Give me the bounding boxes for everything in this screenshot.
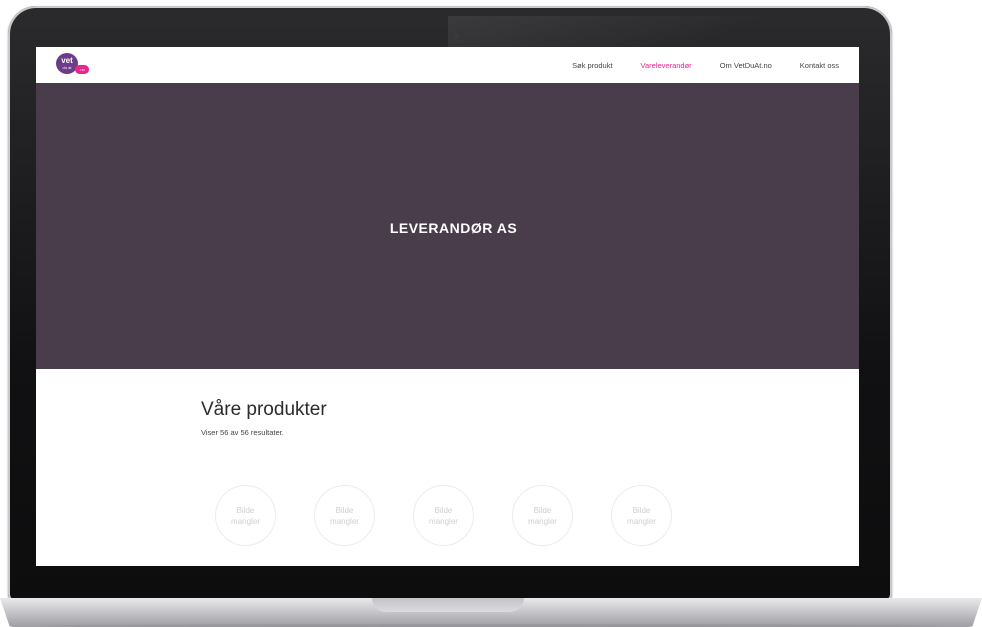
nav-item-vareleverandor[interactable]: Vareleverandør <box>641 61 692 70</box>
supplier-title: LEVERANDØR AS <box>389 220 518 236</box>
placeholder-line1: Bilde <box>335 505 354 515</box>
logo-badge: .no <box>75 65 89 74</box>
nav-item-sok-produkt[interactable]: Søk produkt <box>572 61 612 70</box>
hero-banner: LEVERANDØR AS <box>36 83 859 369</box>
placeholder-line2: mangler <box>627 516 656 526</box>
product-grid: Bilde mangler Bilde mangler Bilde mangle… <box>215 485 672 546</box>
site-logo[interactable]: vet du at .no <box>56 53 96 77</box>
placeholder-line1: Bilde <box>434 505 453 515</box>
placeholder-line2: mangler <box>429 516 458 526</box>
product-image-placeholder[interactable]: Bilde mangler <box>215 485 276 546</box>
placeholder-line2: mangler <box>330 516 359 526</box>
placeholder-line2: mangler <box>231 516 260 526</box>
placeholder-line2: mangler <box>528 516 557 526</box>
results-count: Viser 56 av 56 resultater. <box>201 428 284 437</box>
placeholder-line1: Bilde <box>236 505 255 515</box>
product-image-placeholder[interactable]: Bilde mangler <box>512 485 573 546</box>
products-section: Våre produkter Viser 56 av 56 resultater… <box>201 399 801 437</box>
camera-icon <box>454 34 459 39</box>
laptop-notch <box>372 598 524 612</box>
laptop-screen: vet du at .no Søk produkt Vareleverandør… <box>36 47 859 566</box>
logo-word: vet <box>61 56 73 65</box>
site-header: vet du at .no Søk produkt Vareleverandør… <box>36 47 859 84</box>
product-image-placeholder[interactable]: Bilde mangler <box>413 485 474 546</box>
placeholder-line1: Bilde <box>632 505 651 515</box>
placeholder-line1: Bilde <box>533 505 552 515</box>
nav-item-om-vetduat[interactable]: Om VetDuAt.no <box>720 61 772 70</box>
product-image-placeholder[interactable]: Bilde mangler <box>314 485 375 546</box>
product-image-placeholder[interactable]: Bilde mangler <box>611 485 672 546</box>
products-heading: Våre produkter <box>201 399 327 420</box>
main-nav: Søk produkt Vareleverandør Om VetDuAt.no… <box>572 47 839 83</box>
nav-item-kontakt-oss[interactable]: Kontakt oss <box>800 61 839 70</box>
